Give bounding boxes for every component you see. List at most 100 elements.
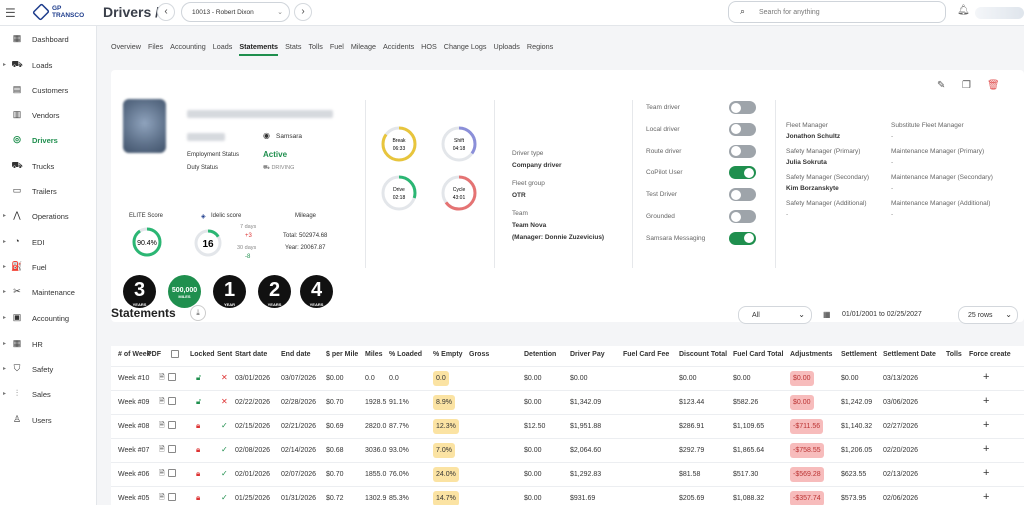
tab-fuel[interactable]: Fuel [330,42,344,56]
copy-icon[interactable]: ❐ [962,80,971,91]
toggle-samsara-messaging[interactable] [729,231,756,245]
force-create-plus-icon[interactable]: + [983,371,989,383]
sidebar-item-hr[interactable]: ▸ ▦ HR [0,336,97,354]
search-input[interactable]: Search for anything [759,9,820,16]
toggle-team-driver[interactable] [729,101,756,114]
row-checkbox[interactable] [168,493,176,501]
rows-per-page-select[interactable]: 25 rows ⌄ [958,306,1018,324]
user-avatar[interactable] [975,7,1024,19]
tab-regions[interactable]: Regions [527,42,553,56]
lock-closed-icon[interactable]: 🔒︎ [196,445,200,455]
trash-icon[interactable]: 🗑︎ [987,80,1000,91]
column-header[interactable]: $ per Mile [326,351,358,358]
close-icon[interactable]: ✕ [221,397,228,406]
pdf-icon[interactable]: 🗎︎ [159,469,165,480]
tab-files[interactable]: Files [148,42,163,56]
edit-icon[interactable]: ✎ [937,80,945,91]
driver-select[interactable]: 10013 - Robert Dixon ⌄ [181,2,290,22]
date-range-picker[interactable]: ▦ 01/01/2001 to 02/25/2027 [818,306,948,324]
column-header[interactable]: End date [281,351,311,358]
close-icon[interactable]: ✕ [221,373,228,382]
lock-open-icon[interactable]: 🔓︎ [196,397,201,407]
force-create-plus-icon[interactable]: + [983,467,989,479]
pdf-icon[interactable]: 🗎︎ [159,421,165,432]
select-all-checkbox[interactable] [171,350,179,358]
sidebar-item-vendors[interactable]: ▥ Vendors [0,107,97,125]
column-header[interactable]: Sent [217,351,232,358]
lock-closed-icon[interactable]: 🔒︎ [196,421,200,431]
column-header[interactable]: Start date [235,351,267,358]
column-header[interactable]: Gross [469,351,489,358]
row-checkbox[interactable] [168,421,176,429]
pdf-icon[interactable]: 🗎︎ [159,373,165,384]
sidebar-item-maintenance[interactable]: ▸ ✂ Maintenance [0,284,97,302]
sidebar-item-dashboard[interactable]: ▦ Dashboard [0,31,97,49]
column-header[interactable]: Adjustments [790,351,832,358]
sidebar-item-safety[interactable]: ▸ ⛉ Safety [0,361,97,379]
lock-closed-icon[interactable]: 🔒︎ [196,493,200,503]
table-row[interactable]: Week #05 01/25/2026 01/31/2026 $0.72 1302.9 8… [111,486,1024,505]
column-header[interactable]: # of Week [118,351,151,358]
toggle-grounded[interactable] [729,210,756,223]
table-row[interactable]: Week #06 02/01/2026 02/07/2026 $0.70 1855.0 7… [111,462,1024,486]
table-row[interactable]: Week #09 02/22/2026 02/28/2026 $0.70 1928.5 9… [111,390,1024,414]
column-header[interactable]: Fuel Card Fee [623,351,669,358]
sidebar-item-loads[interactable]: ▸ ⛟ Loads [0,57,97,75]
tab-stats[interactable]: Stats [285,42,301,56]
tab-loads[interactable]: Loads [213,42,233,56]
tab-change-logs[interactable]: Change Logs [444,42,487,56]
global-search[interactable]: ⌕ Search for anything [728,1,946,23]
column-header[interactable]: Detention [524,351,556,358]
tab-tolls[interactable]: Tolls [308,42,322,56]
sidebar-item-sales[interactable]: ▸ ⫶ Sales [0,386,97,404]
table-row[interactable]: Week #08 02/15/2026 02/21/2026 $0.69 2820.0 8… [111,414,1024,438]
check-icon[interactable]: ✓ [221,493,228,502]
column-header[interactable]: Tolls [946,351,962,358]
lock-closed-icon[interactable]: 🔒︎ [196,469,200,479]
row-checkbox[interactable] [168,373,176,381]
column-header[interactable]: Settlement [841,351,877,358]
sidebar-item-drivers[interactable]: ◎ Drivers [0,132,97,150]
column-header[interactable]: Settlement Date [883,351,936,358]
download-statements-button[interactable]: ⤓ [190,305,206,321]
sidebar-item-edi[interactable]: ▸ ◔ EDI [0,234,97,252]
column-header[interactable]: Locked [190,351,215,358]
sidebar-item-users[interactable]: ♙ Users [0,412,97,430]
force-create-plus-icon[interactable]: + [983,443,989,455]
tab-uploads[interactable]: Uploads [494,42,520,56]
hamburger-menu-icon[interactable]: ☰ [5,6,16,20]
tab-accounting[interactable]: Accounting [170,42,206,56]
tab-statements[interactable]: Statements [239,42,279,56]
column-header[interactable]: Driver Pay [570,351,605,358]
table-row[interactable]: Week #10 03/01/2026 03/07/2026 $0.00 0.0 0.0 0… [111,366,1024,390]
column-header[interactable]: PDF [147,351,161,358]
tab-overview[interactable]: Overview [111,42,141,56]
lock-open-icon[interactable]: 🔓︎ [196,373,201,383]
check-icon[interactable]: ✓ [221,445,228,454]
pdf-icon[interactable]: 🗎︎ [159,493,165,504]
previous-driver-button[interactable]: ‹ [157,3,175,21]
company-logo[interactable]: GP TRANSCO [31,2,84,22]
column-header[interactable]: Force create [969,351,1011,358]
tab-accidents[interactable]: Accidents [383,42,414,56]
sidebar-item-operations[interactable]: ▸ ⋀ Operations [0,208,97,226]
check-icon[interactable]: ✓ [221,469,228,478]
tab-mileage[interactable]: Mileage [351,42,376,56]
sidebar-item-trailers[interactable]: ▭ Trailers [0,183,97,201]
table-row[interactable]: Week #07 02/08/2026 02/14/2026 $0.68 3036.0 9… [111,438,1024,462]
row-checkbox[interactable] [168,469,176,477]
force-create-plus-icon[interactable]: + [983,419,989,431]
bell-icon[interactable]: 🔔︎ [957,5,970,16]
row-checkbox[interactable] [168,397,176,405]
column-header[interactable]: % Empty [433,351,463,358]
tab-hos[interactable]: HOS [421,42,437,56]
sidebar-item-trucks[interactable]: ⛟ Trucks [0,158,97,176]
sidebar-item-accounting[interactable]: ▸ ▣ Accounting [0,310,97,328]
column-header[interactable]: % Loaded [389,351,422,358]
force-create-plus-icon[interactable]: + [983,491,989,503]
next-driver-button[interactable]: › [294,3,312,21]
toggle-copilot-user[interactable] [729,166,756,180]
pdf-icon[interactable]: 🗎︎ [159,445,165,456]
toggle-test-driver[interactable] [729,188,756,202]
toggle-route-driver[interactable] [729,144,756,158]
